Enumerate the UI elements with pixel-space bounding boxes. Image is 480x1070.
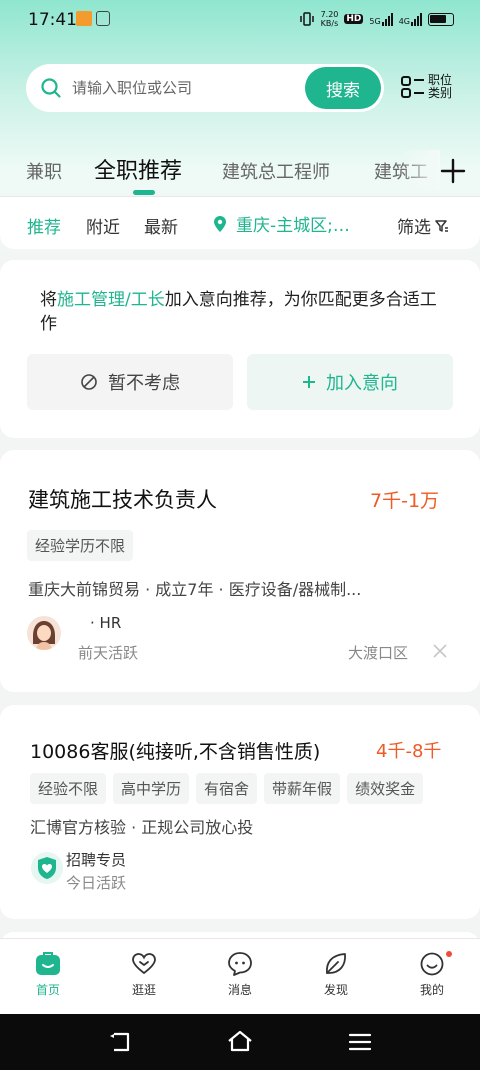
battery-icon <box>428 12 454 26</box>
nav-discover[interactable]: 发现 <box>306 951 366 998</box>
notification-dot <box>446 951 452 957</box>
profile-icon <box>420 952 444 976</box>
nav-browse-label: 逛逛 <box>131 983 156 997</box>
nav-home[interactable]: 首页 <box>18 951 78 998</box>
filter-recommend[interactable]: 推荐 <box>27 213 61 238</box>
network-4g-label: 4G <box>398 16 410 26</box>
tab-bar: 兼职 全职推荐 建筑总工程师 建筑工 <box>0 150 480 196</box>
add-tab-icon[interactable] <box>440 158 466 184</box>
nav-discover-label: 发现 <box>323 983 348 997</box>
vibrate-icon <box>299 12 314 26</box>
tab-part-time[interactable]: 兼职 <box>26 158 62 184</box>
hr-active-status: 前天活跃 <box>78 644 139 662</box>
job-tag: 经验学历不限 <box>27 530 134 561</box>
status-right-group: 7.20 KB/s HD 5G 4G <box>299 10 454 28</box>
net-speed-value: 7.20 <box>320 10 339 19</box>
filter-funnel-icon <box>435 219 448 232</box>
network-4g: 4G <box>398 12 422 26</box>
nav-messages[interactable]: 消息 <box>210 951 270 998</box>
hr-active-status: 今日活跃 <box>66 874 127 892</box>
screen-filter-label: 筛选 <box>397 218 431 238</box>
location-filter[interactable]: 重庆-主城区;… <box>214 211 350 236</box>
job-card[interactable]: 建筑施工技术负责人 7千-1万 经验学历不限 重庆大前锦贸易 · 成立7年 · … <box>0 450 480 692</box>
intent-message: 将施工管理/工长加入意向推荐，为你匹配更多合适工作 <box>40 288 450 336</box>
job-tags: 经验学历不限 <box>27 530 140 561</box>
job-category-button[interactable]: 职位类别 <box>400 74 454 100</box>
job-tags: 经验不限 高中学历 有宿舍 带薪年假 绩效奖金 <box>30 773 430 804</box>
hr-avatar <box>27 616 61 650</box>
search-bar[interactable]: 搜索 <box>26 64 384 112</box>
net-speed: 7.20 KB/s <box>321 10 339 28</box>
home-nav-icon[interactable] <box>227 1030 253 1052</box>
location-pin-icon <box>214 215 226 232</box>
not-consider-button[interactable]: 暂不考虑 <box>27 354 233 410</box>
forbidden-icon <box>81 374 97 390</box>
search-icon <box>41 78 61 98</box>
screen-filter-button[interactable]: 筛选 <box>397 213 449 238</box>
back-icon[interactable] <box>108 1031 132 1053</box>
category-grid-icon <box>401 76 424 98</box>
job-tag: 绩效奖金 <box>347 773 424 804</box>
bottom-nav: 首页 逛逛 消息 发现 我的 <box>0 938 480 1014</box>
job-tag: 有宿舍 <box>196 773 258 804</box>
net-speed-unit: KB/s <box>320 19 339 28</box>
search-input[interactable] <box>72 79 282 97</box>
job-location: 大渡口区 <box>348 644 409 662</box>
job-tag: 经验不限 <box>30 773 107 804</box>
location-label: 重庆-主城区;… <box>236 216 350 236</box>
filter-latest[interactable]: 最新 <box>144 213 178 238</box>
add-intent-button[interactable]: 加入意向 <box>247 354 453 410</box>
job-tag: 高中学历 <box>113 773 190 804</box>
job-title: 建筑施工技术负责人 <box>28 488 217 512</box>
hd-badge: HD <box>344 14 364 24</box>
job-card[interactable]: 10086客服(纯接听,不含销售性质) 4千-8千 经验不限 高中学历 有宿舍 带薪年… <box>0 705 480 919</box>
hr-name: 招聘专员 <box>66 851 127 869</box>
nav-home-label: 首页 <box>35 983 60 997</box>
job-salary: 7千-1万 <box>370 490 440 512</box>
company-info: 重庆大前锦贸易 · 成立7年 · 医疗设备/器械制... <box>28 580 362 599</box>
nav-browse[interactable]: 逛逛 <box>114 951 174 998</box>
nav-messages-label: 消息 <box>227 983 252 997</box>
tab-full-time-recommend[interactable]: 全职推荐 <box>94 153 182 185</box>
active-tab-indicator <box>133 190 155 195</box>
network-5g: 5G <box>369 12 393 26</box>
job-salary: 4千-8千 <box>376 741 442 762</box>
message-icon <box>228 952 252 976</box>
job-category-label: 职位类别 <box>428 73 453 100</box>
filter-nearby[interactable]: 附近 <box>86 213 120 238</box>
discover-icon <box>326 953 346 974</box>
search-button[interactable]: 搜索 <box>305 67 381 109</box>
job-tag: 带薪年假 <box>264 773 341 804</box>
intent-recommend-card: 将施工管理/工长加入意向推荐，为你匹配更多合适工作 暂不考虑 加入意向 <box>0 260 480 438</box>
heart-icon <box>132 953 156 975</box>
sync-notification-icon <box>96 11 110 26</box>
nav-profile-label: 我的 <box>419 983 444 997</box>
app-notification-icon <box>76 11 92 26</box>
tab-chief-engineer[interactable]: 建筑总工程师 <box>222 158 330 184</box>
nav-profile[interactable]: 我的 <box>402 951 462 998</box>
add-intent-label: 加入意向 <box>326 373 398 394</box>
hr-name: · HR <box>90 614 122 632</box>
status-bar: 17:41 7.20 KB/s HD 5G 4G <box>0 0 480 38</box>
network-5g-label: 5G <box>369 16 381 26</box>
job-title: 10086客服(纯接听,不含销售性质) <box>30 741 321 763</box>
intent-job-highlight[interactable]: 施工管理/工长 <box>57 290 165 310</box>
home-icon <box>36 952 60 975</box>
plus-icon <box>303 376 315 388</box>
system-nav-bar <box>0 1014 480 1070</box>
tab-fade <box>400 150 440 190</box>
not-consider-label: 暂不考虑 <box>108 373 180 394</box>
company-info: 汇博官方核验 · 正规公司放心投 <box>30 818 254 837</box>
shield-heart-icon <box>31 852 63 884</box>
recruiter-avatar <box>30 851 64 885</box>
status-time: 17:41 <box>28 10 77 30</box>
filter-row: 推荐 附近 最新 重庆-主城区;… 筛选 <box>0 197 480 249</box>
intent-prefix: 将 <box>40 290 57 310</box>
menu-icon[interactable] <box>348 1031 372 1053</box>
close-icon[interactable] <box>431 642 449 660</box>
